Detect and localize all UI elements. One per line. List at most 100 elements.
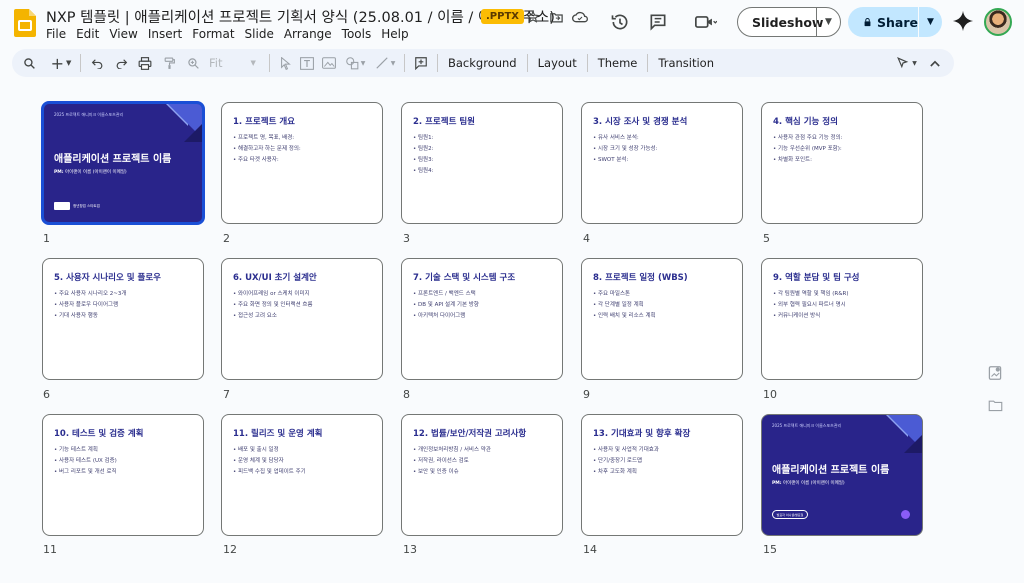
- zoom-icon[interactable]: [181, 49, 205, 77]
- pm-label: PM:: [54, 170, 64, 175]
- slide-bullets: 유사 서비스 분석: 시장 크기 및 성장 가능성: SWOT 분석:: [593, 133, 657, 166]
- slideshow-button[interactable]: Slideshow: [738, 15, 823, 30]
- slide-title: 7. 기술 스택 및 시스템 구조: [413, 273, 516, 283]
- shape-icon[interactable]: ▼: [340, 49, 370, 77]
- paint-format-icon[interactable]: [157, 49, 181, 77]
- slide-thumbnail-6[interactable]: 5. 사용자 시나리오 및 플로우 주요 사용자 시나리오 2~3개 사용자 플…: [42, 258, 204, 380]
- cloud-status-icon[interactable]: [571, 8, 589, 26]
- slide-thumbnail-9[interactable]: 8. 프로젝트 일정 (WBS) 주요 마일스톤 각 단계별 일정 계획 인력 …: [581, 258, 743, 380]
- collapse-toolbar-icon[interactable]: [922, 49, 948, 77]
- bullet-item: 유사 서비스 분석:: [593, 133, 657, 144]
- share-label: Share: [877, 14, 918, 30]
- slide-title: 13. 기대효과 및 향후 확장: [593, 429, 691, 439]
- add-comment-icon[interactable]: [409, 49, 433, 77]
- chevron-down-icon: ▼: [250, 59, 256, 67]
- slide-thumbnail-8[interactable]: 7. 기술 스택 및 시스템 구조 프론트엔드 / 백엔드 스택 DB 및 AP…: [401, 258, 563, 380]
- account-avatar[interactable]: [984, 8, 1012, 36]
- meet-video-icon[interactable]: [688, 10, 724, 34]
- bullet-item: 외부 협력 필요시 파트너 명시: [773, 300, 849, 311]
- menu-edit[interactable]: Edit: [71, 27, 104, 41]
- bullet-item: 주요 타겟 사용자:: [233, 155, 301, 166]
- bullet-item: 사용자 테스트 (UX 검증): [54, 456, 117, 467]
- select-cursor-icon[interactable]: [274, 49, 296, 77]
- version-history-icon[interactable]: [608, 10, 632, 34]
- star-icon[interactable]: [524, 8, 542, 26]
- slide-thumbnail-3[interactable]: 2. 프로젝트 팀원 팀원1: 팀원2: 팀원3: 팀원4:: [401, 102, 563, 224]
- zoom-fit-select[interactable]: Fit ▼: [205, 49, 265, 77]
- editing-toolbar: + ▼ Fit ▼ ▼ ▼ Background Layout Theme Tr…: [12, 49, 954, 77]
- bullet-item: 저작권, 라이선스 검토: [413, 456, 491, 467]
- slide-number: 5: [763, 232, 770, 245]
- slideshow-dropdown-icon[interactable]: ▼: [817, 17, 840, 27]
- bullet-item: 배포 및 출시 일정: [233, 445, 306, 456]
- bullet-item: 사용자 플로우 다이어그램: [54, 300, 126, 311]
- slide-thumbnail-5[interactable]: 4. 핵심 기능 정의 사용자 관점 주요 기능 정의: 기능 우선순위 (MV…: [761, 102, 923, 224]
- decor-triangle: [184, 124, 202, 142]
- document-title[interactable]: NXP 템플릿 | 애플리케이션 프로젝트 기획서 양식 (25.08.01 /…: [46, 6, 555, 27]
- bullet-item: 팀원1:: [413, 133, 433, 144]
- menu-view[interactable]: View: [104, 27, 142, 41]
- image-icon[interactable]: [318, 49, 340, 77]
- toolbar-divider: [269, 54, 270, 72]
- slide-thumbnail-7[interactable]: 6. UX/UI 초기 설계안 와이어프레임 or 스케치 이미지 주요 화면 …: [221, 258, 383, 380]
- bullet-item: 커뮤니케이션 방식: [773, 311, 849, 322]
- bullet-item: 보안 및 인증 이슈: [413, 467, 491, 478]
- bullet-item: 인력 배치 및 리소스 계획: [593, 311, 656, 322]
- slide-thumbnail-4[interactable]: 3. 시장 조사 및 경쟁 분석 유사 서비스 분석: 시장 크기 및 성장 가…: [581, 102, 743, 224]
- slide-thumbnail-2[interactable]: 1. 프로젝트 개요 프로젝트 명, 목표, 배경: 해결하고자 하는 문제 정…: [221, 102, 383, 224]
- toolbar-divider: [647, 54, 649, 72]
- gemini-sparkle-icon[interactable]: [952, 10, 974, 32]
- slide-thumbnail-12[interactable]: 11. 릴리즈 및 운영 계획 배포 및 출시 일정 운영 체계 및 담당자 피…: [221, 414, 383, 536]
- bullet-item: 사용자 관점 주요 기능 정의:: [773, 133, 843, 144]
- slide-thumbnail-14[interactable]: 13. 기대효과 및 향후 확장 사용자 및 사업적 기대효과 단기/중장기 로…: [581, 414, 743, 536]
- bullet-item: 팀원2:: [413, 144, 433, 155]
- slide-bullets: 사용자 및 사업적 기대효과 단기/중장기 로드맵 차후 고도화 계획: [593, 445, 659, 478]
- theme-button[interactable]: Theme: [592, 56, 644, 70]
- menu-arrange[interactable]: Arrange: [279, 27, 337, 41]
- layout-button[interactable]: Layout: [532, 56, 583, 70]
- bullet-item: 기능 테스트 계획: [54, 445, 117, 456]
- slide-thumbnail-10[interactable]: 9. 역할 분담 및 팀 구성 각 팀원별 역할 및 책임 (R&R) 외부 협…: [761, 258, 923, 380]
- slide-thumbnail-1[interactable]: 2025 프로젝트 애니미크 이름스포츠관리 애플리케이션 프로젝트 이름 PM…: [41, 101, 205, 225]
- redo-icon[interactable]: [109, 49, 133, 77]
- slide-thumbnail-13[interactable]: 12. 법률/보안/저작권 고려사항 개인정보처리방침 / 서비스 약관 저작권…: [401, 414, 563, 536]
- print-icon[interactable]: [133, 49, 157, 77]
- share-button[interactable]: Share: [848, 15, 918, 30]
- folder-icon[interactable]: [980, 390, 1010, 420]
- slides-logo-icon[interactable]: [14, 9, 36, 37]
- slide-thumbnail-15[interactable]: 2025 프로젝트 애니미크 이름스포츠관리 애플리케이션 프로젝트 이름 PM…: [761, 414, 923, 536]
- toolbar-divider: [586, 54, 588, 72]
- share-dropdown-icon[interactable]: ▼: [919, 17, 942, 27]
- menu-file[interactable]: File: [46, 27, 71, 41]
- line-icon[interactable]: ▼: [370, 49, 400, 77]
- menu-insert[interactable]: Insert: [143, 27, 187, 41]
- text-box-icon[interactable]: [296, 49, 318, 77]
- menu-help[interactable]: Help: [376, 27, 413, 41]
- decor-triangle: [904, 435, 922, 453]
- slide-bullets: 각 팀원별 역할 및 책임 (R&R) 외부 협력 필요시 파트너 명시 커뮤니…: [773, 289, 849, 322]
- new-slide-button[interactable]: + ▼: [46, 49, 76, 77]
- menu-slide[interactable]: Slide: [240, 27, 279, 41]
- move-folder-icon[interactable]: [547, 8, 565, 26]
- cover-pm-line: PM: 아이랜이 이름 (아이랜이 이메일): [54, 169, 127, 175]
- background-button[interactable]: Background: [442, 56, 523, 70]
- slide-thumbnail-11[interactable]: 10. 테스트 및 검증 계획 기능 테스트 계획 사용자 테스트 (UX 검증…: [42, 414, 204, 536]
- keep-notes-icon[interactable]: [980, 358, 1010, 388]
- menu-format[interactable]: Format: [187, 27, 239, 41]
- cover-subtitle: 2025 프로젝트 애니미크 이름스포츠관리: [54, 112, 124, 117]
- bullet-item: 프로젝트 명, 목표, 배경:: [233, 133, 301, 144]
- chevron-down-icon: ▼: [912, 59, 917, 67]
- bullet-item: 주요 마일스톤: [593, 289, 656, 300]
- bullet-item: 개인정보처리방침 / 서비스 약관: [413, 445, 491, 456]
- comments-icon[interactable]: [646, 10, 670, 34]
- pointer-mode-icon[interactable]: ▼: [892, 49, 922, 77]
- menu-tools[interactable]: Tools: [337, 27, 377, 41]
- search-menus-icon[interactable]: [12, 49, 46, 77]
- decor-dot: [901, 510, 910, 519]
- bullet-item: DB 및 API 설계 기본 방향: [413, 300, 479, 311]
- transition-button[interactable]: Transition: [652, 56, 720, 70]
- undo-icon[interactable]: [85, 49, 109, 77]
- slide-number: 6: [43, 388, 50, 401]
- slide-title: 1. 프로젝트 개요: [233, 117, 295, 127]
- bullet-item: 차후 고도화 계획: [593, 467, 659, 478]
